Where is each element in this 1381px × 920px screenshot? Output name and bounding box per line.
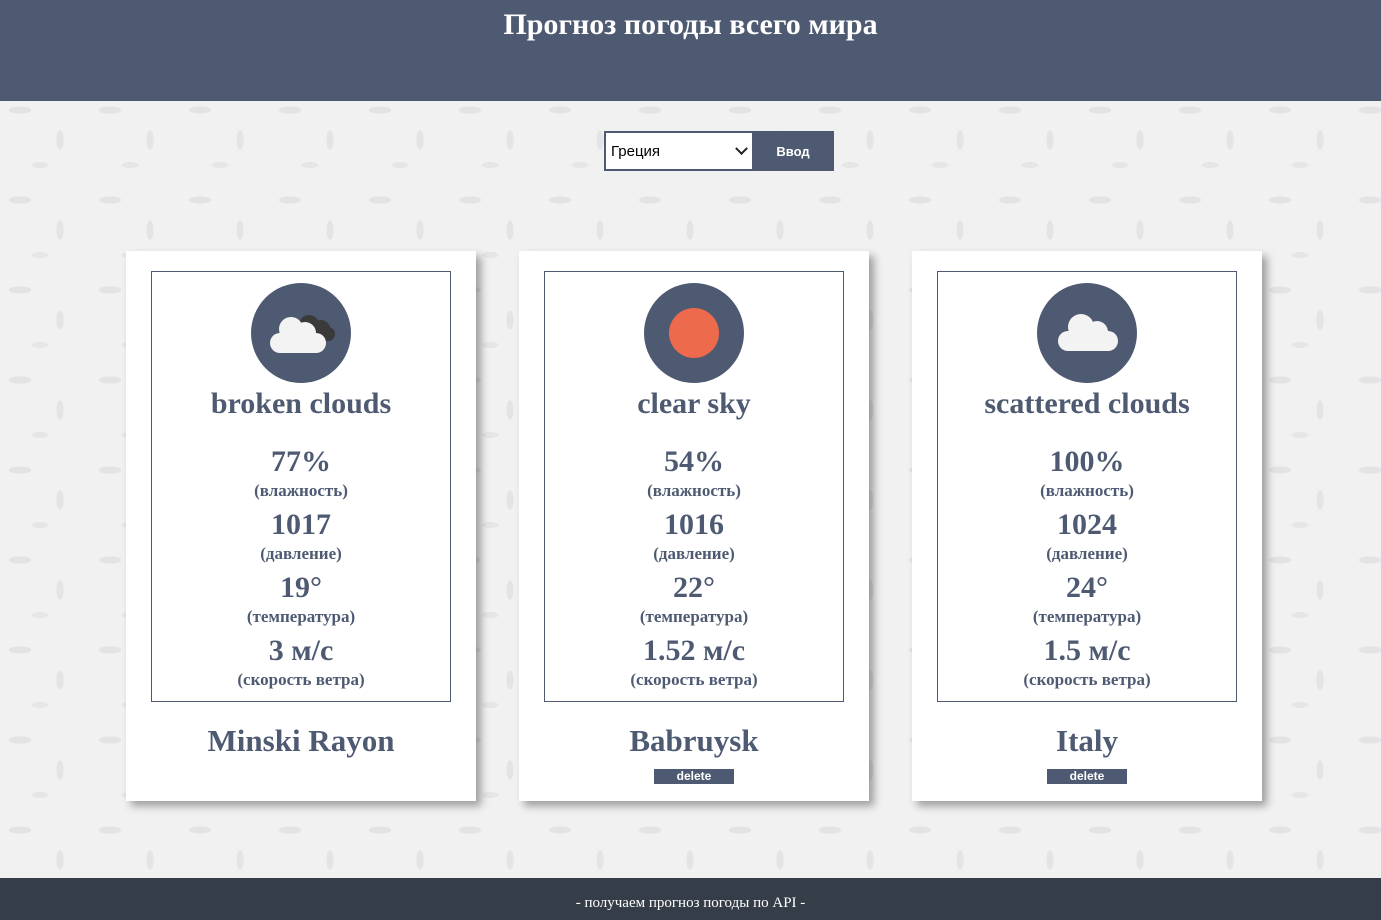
wind-speed-label: (скорость ветра) xyxy=(1023,670,1151,689)
pressure-value: 1017 xyxy=(271,508,331,541)
pressure-label: (давление) xyxy=(1046,544,1128,563)
humidity-label: (влажность) xyxy=(647,481,741,500)
temperature-value: 22° xyxy=(673,571,715,604)
weather-card: clear sky 54% (влажность) 1016 (давление… xyxy=(519,251,869,801)
pressure-label: (давление) xyxy=(260,544,342,563)
city-name: Minski Rayon xyxy=(207,723,395,758)
weather-details: clear sky 54% (влажность) 1016 (давление… xyxy=(544,271,844,702)
footer-text: - получаем прогноз погоды по API - xyxy=(575,895,806,911)
weather-description: clear sky xyxy=(637,387,751,420)
country-select[interactable]: Греция xyxy=(604,131,752,171)
page-header: Прогноз погоды всего мира xyxy=(0,0,1381,101)
pressure-value: 1016 xyxy=(664,508,724,541)
chevron-down-icon xyxy=(735,141,748,155)
temperature-label: (температура) xyxy=(1032,607,1142,626)
humidity-value: 77% xyxy=(271,445,331,478)
temperature-value: 19° xyxy=(280,571,322,604)
temperature-label: (температура) xyxy=(639,607,749,626)
city-name: Italy xyxy=(1056,723,1118,758)
weather-details: broken clouds 77% (влажность) 1017 (давл… xyxy=(151,271,451,702)
scattered-clouds-icon xyxy=(1037,283,1137,383)
humidity-label: (влажность) xyxy=(254,481,348,500)
temperature-value: 24° xyxy=(1066,571,1108,604)
weather-details: scattered clouds 100% (влажность) 1024 (… xyxy=(937,271,1237,702)
weather-card: broken clouds 77% (влажность) 1017 (давл… xyxy=(126,251,476,801)
temperature-label: (температура) xyxy=(246,607,356,626)
submit-button[interactable]: Ввод xyxy=(752,131,834,171)
broken-clouds-icon xyxy=(251,283,351,383)
weather-card: scattered clouds 100% (влажность) 1024 (… xyxy=(912,251,1262,801)
page-footer: - получаем прогноз погоды по API - xyxy=(0,878,1381,920)
wind-speed-value: 3 м/с xyxy=(268,634,334,667)
wind-speed-label: (скорость ветра) xyxy=(237,670,365,689)
search-form: Греция Ввод xyxy=(604,131,834,171)
city-name: Babruysk xyxy=(629,723,759,758)
wind-speed-label: (скорость ветра) xyxy=(630,670,758,689)
country-select-value: Греция xyxy=(611,142,661,160)
pressure-value: 1024 xyxy=(1057,508,1117,541)
delete-button[interactable]: delete xyxy=(1047,769,1127,784)
humidity-label: (влажность) xyxy=(1040,481,1134,500)
clear-sky-icon xyxy=(644,283,744,383)
weather-description: broken clouds xyxy=(210,387,392,420)
page-title: Прогноз погоды всего мира xyxy=(503,8,878,41)
humidity-value: 100% xyxy=(1049,445,1125,478)
weather-description: scattered clouds xyxy=(984,387,1190,420)
wind-speed-value: 1.52 м/с xyxy=(642,634,746,667)
delete-button[interactable]: delete xyxy=(654,769,734,784)
wind-speed-value: 1.5 м/с xyxy=(1043,634,1131,667)
pressure-label: (давление) xyxy=(653,544,735,563)
humidity-value: 54% xyxy=(664,445,724,478)
